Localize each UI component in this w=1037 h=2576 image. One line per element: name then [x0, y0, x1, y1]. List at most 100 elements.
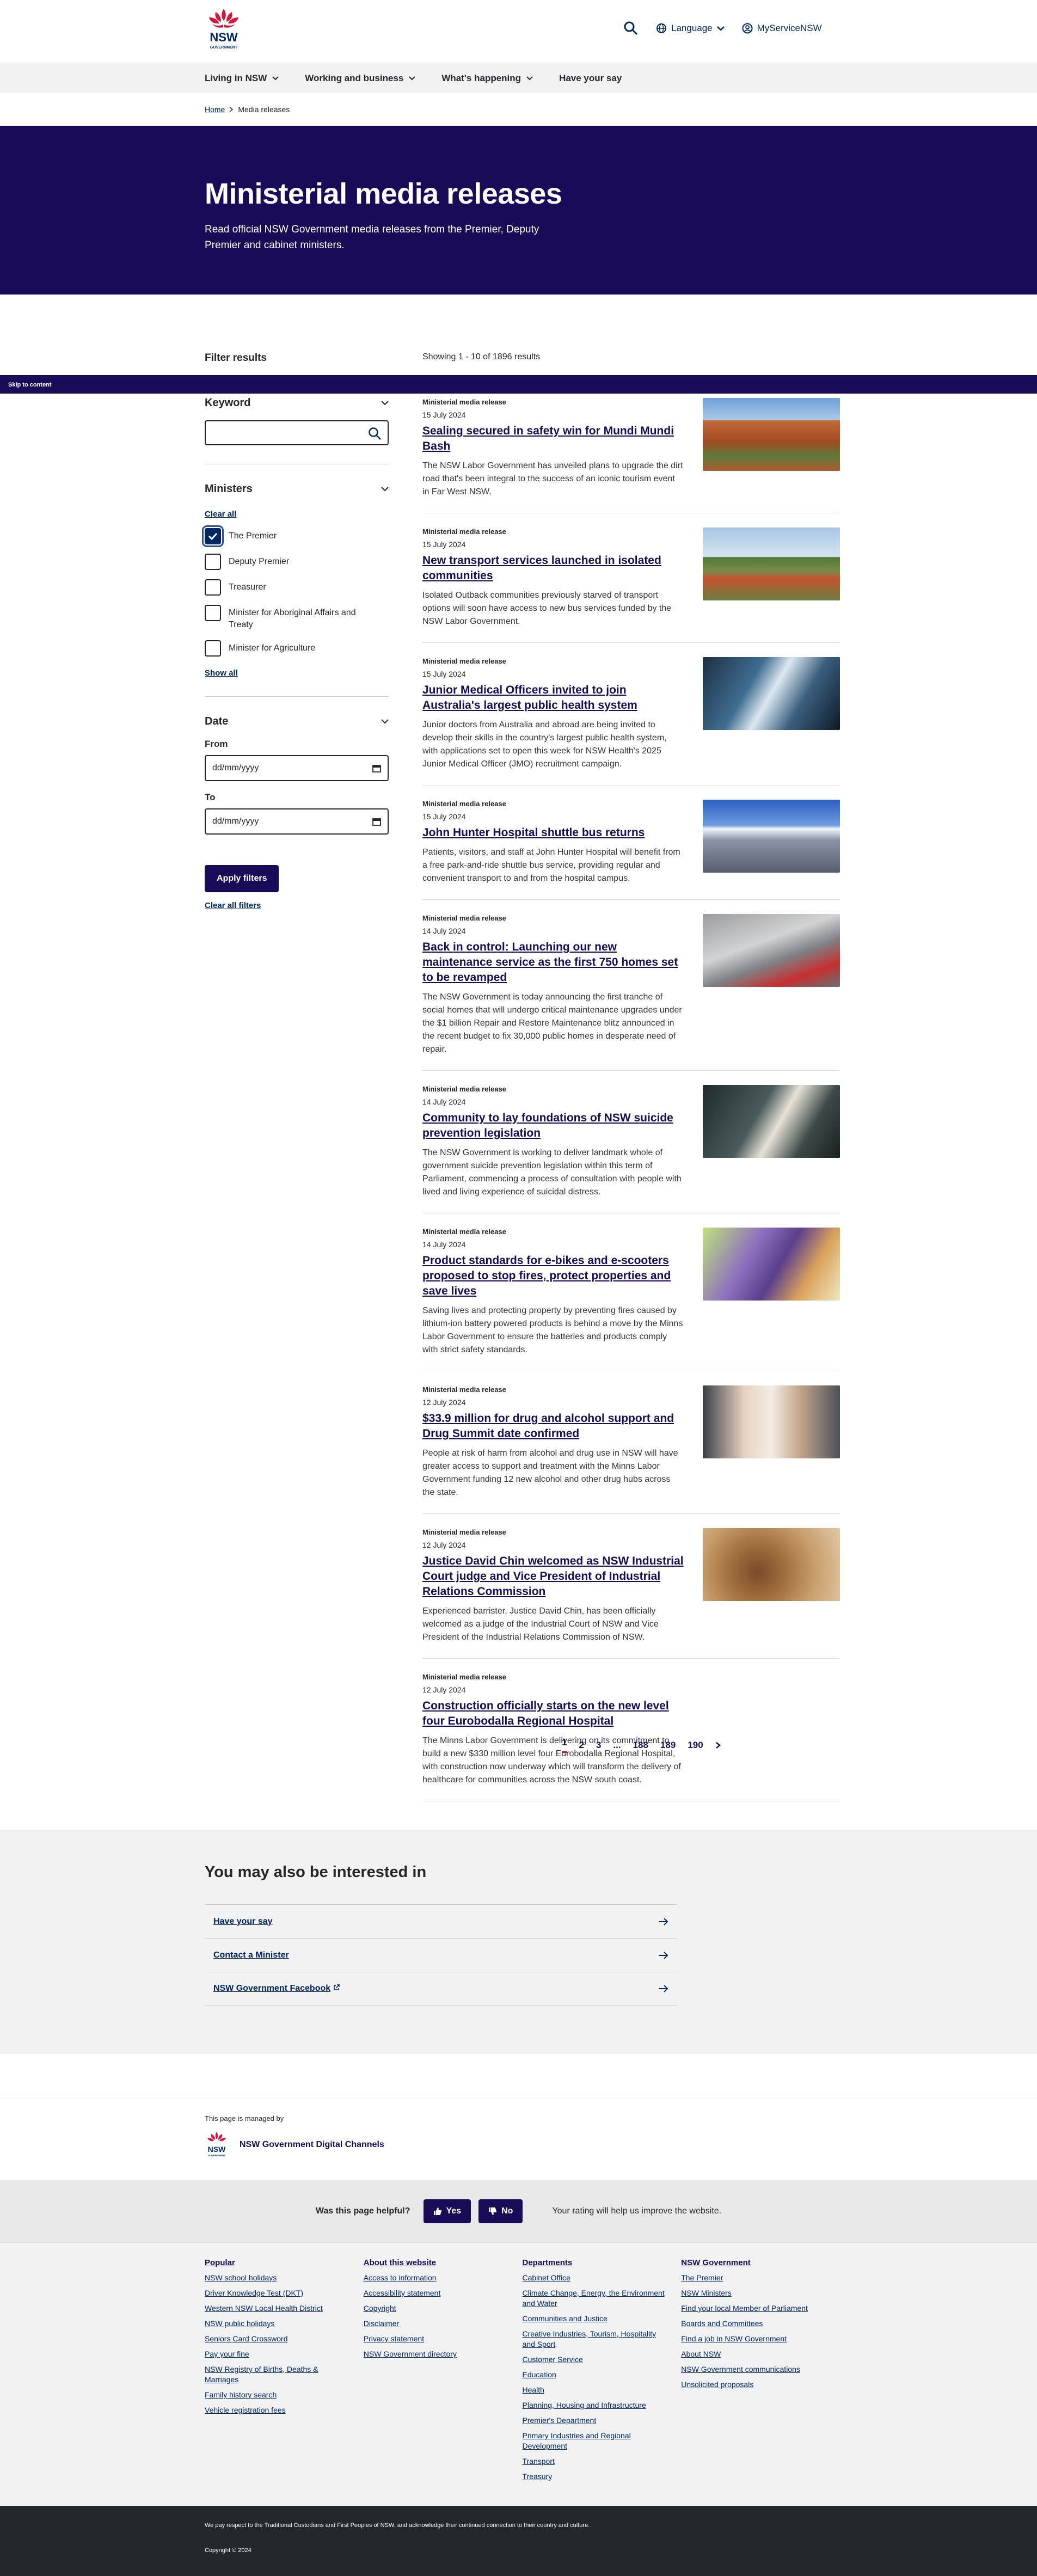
footer-column-heading[interactable]: Departments: [523, 2258, 682, 2267]
footer-link[interactable]: Privacy statement: [364, 2334, 523, 2344]
apply-filters-button[interactable]: Apply filters: [205, 865, 279, 892]
checkbox[interactable]: [205, 579, 221, 596]
footer-link[interactable]: NSW school holidays: [205, 2273, 364, 2283]
checkbox[interactable]: [205, 605, 221, 621]
page-link[interactable]: 189: [660, 1740, 676, 1751]
footer-link[interactable]: Creative Industries, Tourism, Hospitalit…: [523, 2329, 682, 2350]
release-thumbnail[interactable]: [703, 800, 840, 873]
release-thumbnail[interactable]: [703, 1385, 840, 1458]
page-link[interactable]: 2: [579, 1740, 584, 1751]
release-title-link[interactable]: New transport services launched in isola…: [422, 553, 684, 584]
nav-item-happening[interactable]: What's happening: [441, 73, 533, 84]
footer-link[interactable]: Planning, Housing and Infrastructure: [523, 2400, 682, 2411]
release-title-link[interactable]: John Hunter Hospital shuttle bus returns: [422, 825, 684, 841]
release-thumbnail[interactable]: [703, 1228, 840, 1301]
feedback-no-button[interactable]: No: [478, 2199, 523, 2223]
minister-option[interactable]: The Premier: [202, 525, 389, 547]
footer-link[interactable]: Family history search: [205, 2390, 364, 2400]
footer-link[interactable]: Pay your fine: [205, 2349, 364, 2359]
footer-link[interactable]: Disclaimer: [364, 2319, 523, 2329]
footer-link[interactable]: Cabinet Office: [523, 2273, 682, 2283]
keyword-section-toggle[interactable]: Keyword: [205, 397, 389, 409]
footer-link[interactable]: Western NSW Local Health District: [205, 2303, 364, 2314]
from-date-input[interactable]: dd/mm/yyyy: [205, 755, 389, 781]
footer-link[interactable]: Primary Industries and Regional Developm…: [523, 2431, 682, 2451]
footer-link[interactable]: Copyright: [364, 2303, 523, 2314]
footer-column-heading[interactable]: About this website: [364, 2258, 523, 2267]
footer-link[interactable]: Treasury: [523, 2471, 682, 2482]
footer-link[interactable]: Accessibility statement: [364, 2288, 523, 2298]
date-section-toggle[interactable]: Date: [205, 715, 389, 728]
footer-link[interactable]: NSW Government communications: [681, 2364, 840, 2375]
footer-link[interactable]: About NSW: [681, 2349, 840, 2359]
footer-column-heading[interactable]: NSW Government: [681, 2258, 840, 2267]
release-title-link[interactable]: Community to lay foundations of NSW suic…: [422, 1111, 684, 1141]
to-date-input[interactable]: dd/mm/yyyy: [205, 808, 389, 835]
release-thumbnail[interactable]: [703, 528, 840, 600]
language-selector[interactable]: Language: [656, 23, 725, 34]
minister-option[interactable]: Treasurer: [205, 579, 389, 596]
search-icon[interactable]: [368, 427, 382, 441]
footer-link[interactable]: Boards and Committees: [681, 2319, 840, 2329]
footer-link[interactable]: Seniors Card Crossword: [205, 2334, 364, 2344]
footer-link[interactable]: Premier's Department: [523, 2415, 682, 2426]
checkbox[interactable]: [205, 554, 221, 570]
calendar-icon[interactable]: [372, 817, 381, 826]
release-title-link[interactable]: Product standards for e-bikes and e-scoo…: [422, 1253, 684, 1299]
release-thumbnail[interactable]: [703, 398, 840, 471]
release-thumbnail[interactable]: [703, 1528, 840, 1601]
release-thumbnail[interactable]: [703, 657, 840, 730]
release-title-link[interactable]: Sealing secured in safety win for Mundi …: [422, 424, 684, 454]
footer-link[interactable]: The Premier: [681, 2273, 840, 2283]
footer-link[interactable]: Communities and Justice: [523, 2314, 682, 2324]
footer-link[interactable]: Unsolicited proposals: [681, 2379, 840, 2390]
release-title-link[interactable]: Back in control: Launching our new maint…: [422, 940, 684, 985]
skip-to-content-link[interactable]: Skip to content: [0, 375, 1037, 394]
release-thumbnail[interactable]: [703, 914, 840, 987]
footer-link[interactable]: Find your local Member of Parliament: [681, 2303, 840, 2314]
feedback-yes-button[interactable]: Yes: [423, 2199, 471, 2223]
checkbox[interactable]: [205, 640, 221, 657]
page-link[interactable]: 3: [596, 1740, 601, 1751]
release-thumbnail[interactable]: [703, 1085, 840, 1158]
release-title-link[interactable]: Construction officially starts on the ne…: [422, 1698, 684, 1729]
related-link-contact-minister[interactable]: Contact a Minister: [205, 1938, 677, 1972]
minister-option[interactable]: Minister for Agriculture: [205, 640, 389, 657]
nav-item-working[interactable]: Working and business: [305, 73, 416, 84]
ministers-section-toggle[interactable]: Ministers: [205, 483, 389, 495]
footer-link[interactable]: Access to information: [364, 2273, 523, 2283]
checkbox-checked[interactable]: [202, 525, 224, 547]
keyword-input[interactable]: [205, 420, 389, 445]
search-icon[interactable]: [623, 21, 639, 36]
nsw-government-logo[interactable]: NSW GOVERNMENT: [205, 8, 243, 52]
show-all-ministers-link[interactable]: Show all: [205, 668, 389, 678]
chevron-right-icon[interactable]: [715, 1741, 721, 1749]
footer-link[interactable]: NSW Government directory: [364, 2349, 523, 2359]
footer-link[interactable]: NSW Registry of Births, Deaths & Marriag…: [205, 2364, 364, 2385]
page-link[interactable]: 188: [633, 1740, 648, 1751]
calendar-icon[interactable]: [372, 764, 381, 772]
page-link[interactable]: 190: [688, 1740, 703, 1751]
clear-all-ministers-link[interactable]: Clear all: [205, 510, 389, 519]
footer-link[interactable]: Climate Change, Energy, the Environment …: [523, 2288, 682, 2309]
page-link[interactable]: 1: [562, 1737, 567, 1753]
minister-option[interactable]: Minister for Aboriginal Affairs and Trea…: [205, 605, 389, 631]
release-title-link[interactable]: $33.9 million for drug and alcohol suppo…: [422, 1411, 684, 1442]
clear-all-filters-link[interactable]: Clear all filters: [205, 901, 389, 910]
footer-link[interactable]: Vehicle registration fees: [205, 2405, 364, 2415]
footer-column-heading[interactable]: Popular: [205, 2258, 364, 2267]
nav-item-have-your-say[interactable]: Have your say: [559, 73, 622, 84]
footer-link[interactable]: Driver Knowledge Test (DKT): [205, 2288, 364, 2298]
breadcrumb-home[interactable]: Home: [205, 105, 225, 114]
release-title-link[interactable]: Junior Medical Officers invited to join …: [422, 683, 684, 713]
footer-link[interactable]: NSW Ministers: [681, 2288, 840, 2298]
footer-link[interactable]: NSW public holidays: [205, 2319, 364, 2329]
related-link-facebook[interactable]: NSW Government Facebook: [205, 1972, 677, 2005]
footer-link[interactable]: Find a job in NSW Government: [681, 2334, 840, 2344]
footer-link[interactable]: Customer Service: [523, 2354, 682, 2365]
myservicensw-link[interactable]: MyServiceNSW: [742, 23, 822, 34]
footer-link[interactable]: Education: [523, 2370, 682, 2380]
footer-link[interactable]: Health: [523, 2385, 682, 2395]
minister-option[interactable]: Deputy Premier: [205, 554, 389, 570]
nav-item-living[interactable]: Living in NSW: [205, 73, 279, 84]
